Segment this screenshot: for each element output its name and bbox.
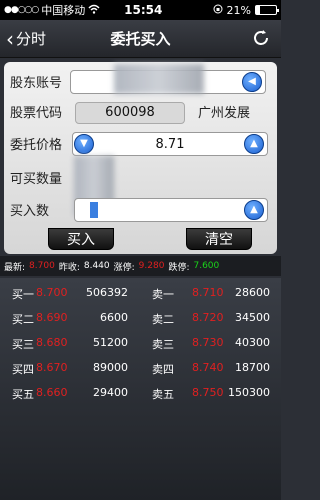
quantity-input[interactable] [74, 198, 268, 222]
buy-level-price[interactable]: 8.670 [36, 361, 68, 374]
latest-value: 8.700 [29, 261, 55, 271]
status-bar: ●●○○○ 中国移动 15:54 21% [0, 0, 281, 20]
prev-close-label: 昨收: [58, 262, 80, 273]
buy-level-label: 买一 [12, 288, 34, 301]
price-row: 委托价格 8.71 ▼ ▲ [4, 130, 277, 156]
sell-level-volume: 34500 [235, 311, 270, 324]
buy-level-label: 买五 [12, 388, 34, 401]
account-row: 股东账号 ◀ [4, 64, 277, 94]
sell-level-price[interactable]: 8.740 [192, 361, 224, 374]
quote-row: 买三 8.680 51200 卖三 8.730 40300 [0, 332, 281, 356]
buy-level-volume: 29400 [93, 386, 128, 399]
buy-level-price[interactable]: 8.680 [36, 336, 68, 349]
buy-level-label: 买二 [12, 313, 34, 326]
price-decrease-icon[interactable]: ▼ [74, 134, 94, 154]
buy-level-volume: 6600 [100, 311, 128, 324]
buy-level-label: 买四 [12, 363, 34, 376]
available-row: 可买数量 [4, 156, 277, 216]
order-form: 股东账号 ◀ 股票代码 600098 广州发展 委托价格 8.71 ▼ ▲ 可买… [4, 62, 277, 254]
sell-level-price[interactable]: 8.730 [192, 336, 224, 349]
sell-level-price[interactable]: 8.720 [192, 311, 224, 324]
sell-level-volume: 150300 [228, 386, 270, 399]
price-input[interactable]: 8.71 [72, 132, 268, 156]
page-title: 委托买入 [110, 30, 171, 48]
battery-percent: 21% [226, 3, 251, 17]
quote-row: 买二 8.690 6600 卖二 8.720 34500 [0, 307, 281, 331]
sell-level-volume: 18700 [235, 361, 270, 374]
refresh-icon[interactable] [251, 28, 271, 48]
stock-code-row: 股票代码 600098 广州发展 [4, 98, 277, 124]
latest-label: 最新: [4, 262, 26, 273]
quantity-row: 买入数 ▲ [4, 196, 277, 222]
sell-level-price[interactable]: 8.750 [192, 386, 224, 399]
sell-level-price[interactable]: 8.710 [192, 286, 224, 299]
sell-level-label: 卖五 [152, 388, 174, 401]
sell-level-volume: 28600 [235, 286, 270, 299]
buy-level-label: 买三 [12, 338, 34, 351]
quantity-label: 买入数 [10, 204, 50, 219]
account-label: 股东账号 [10, 76, 63, 91]
price-label: 委托价格 [10, 138, 63, 153]
price-stats: 最新: 8.700 昨收: 8.440 涨停: 9.280 跌停: 7.600 [0, 256, 281, 276]
buy-level-price[interactable]: 8.700 [36, 286, 68, 299]
buy-level-price[interactable]: 8.660 [36, 386, 68, 399]
sell-level-label: 卖二 [152, 313, 174, 326]
battery-icon [255, 5, 279, 15]
price-value: 8.71 [155, 137, 185, 152]
orientation-lock-icon [213, 4, 223, 17]
sell-level-label: 卖三 [152, 338, 174, 351]
stock-name: 广州发展 [198, 106, 251, 121]
limit-up-value: 9.280 [138, 261, 165, 271]
signal-icon: ●●○○○ [4, 5, 39, 15]
sell-level-label: 卖四 [152, 363, 174, 376]
prev-close-value: 8.440 [83, 261, 110, 271]
sell-level-volume: 40300 [235, 336, 270, 349]
back-button[interactable]: ‹ 分时 [6, 28, 46, 49]
chevron-left-icon: ‹ [6, 26, 14, 51]
buy-level-price[interactable]: 8.690 [36, 311, 68, 324]
buy-level-volume: 506392 [86, 286, 128, 299]
buy-level-volume: 89000 [93, 361, 128, 374]
limit-down-value: 7.600 [193, 261, 220, 271]
account-dropdown-icon[interactable]: ◀ [242, 72, 262, 92]
quote-row: 买五 8.660 29400 卖五 8.750 150300 [0, 382, 281, 406]
sell-level-label: 卖一 [152, 288, 174, 301]
stock-code-label: 股票代码 [10, 106, 63, 121]
buy-button[interactable]: 买入 [48, 228, 114, 250]
limit-down-label: 跌停: [168, 262, 190, 273]
available-label: 可买数量 [10, 172, 63, 187]
stock-code-input[interactable]: 600098 [75, 102, 185, 124]
nav-bar: ‹ 分时 委托买入 [0, 20, 281, 58]
quantity-increase-icon[interactable]: ▲ [244, 200, 264, 220]
back-label: 分时 [16, 30, 47, 48]
battery-fill [256, 6, 261, 14]
buy-level-volume: 51200 [93, 336, 128, 349]
order-book: 买一 8.700 506392 卖一 8.710 28600 买二 8.690 … [0, 278, 281, 500]
clear-button[interactable]: 清空 [186, 228, 252, 250]
redacted-account [114, 64, 204, 94]
quantity-cursor [90, 202, 98, 218]
quote-row: 买四 8.670 89000 卖四 8.740 18700 [0, 357, 281, 381]
quote-row: 买一 8.700 506392 卖一 8.710 28600 [0, 282, 281, 306]
status-right: 21% [213, 3, 279, 17]
limit-up-label: 涨停: [113, 262, 135, 273]
price-increase-icon[interactable]: ▲ [244, 134, 264, 154]
status-time: 15:54 [124, 3, 163, 17]
